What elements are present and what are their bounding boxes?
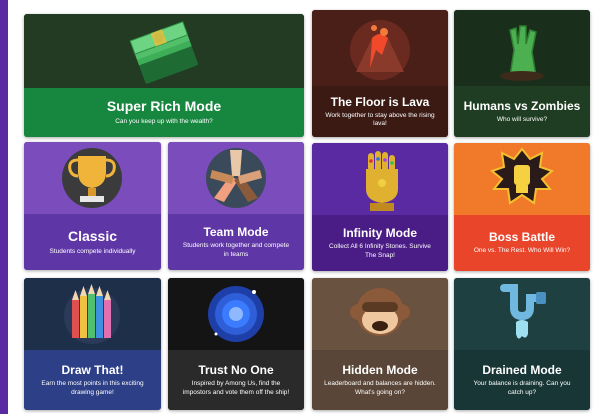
card-title: Draw That! (61, 363, 124, 377)
card-title: Classic (67, 227, 118, 244)
card-art (24, 14, 304, 88)
card-art (454, 278, 590, 350)
card-label: Trust No One Inspired by Among Us, find … (168, 350, 304, 410)
card-label: Super Rich Mode Can you keep up with the… (24, 88, 304, 137)
card-description: Work together to stay above the rising l… (325, 111, 435, 128)
card-title: Infinity Mode (343, 226, 417, 240)
card-humans-vs-zombies[interactable]: Humans vs Zombies Who will survive? (454, 10, 590, 137)
card-label: Classic Students compete individually (24, 214, 161, 270)
card-title: Super Rich Mode (106, 98, 222, 115)
volcano-icon (350, 20, 410, 80)
card-description: Collect All 6 Infinity Stones. Survive T… (329, 243, 431, 259)
team-hands-icon (206, 148, 266, 208)
card-label: Boss Battle One vs. The Rest. Who Will W… (454, 215, 590, 271)
card-art (312, 10, 448, 86)
trophy-icon (62, 148, 122, 208)
zombie-hand-icon (500, 25, 544, 81)
card-hidden-mode[interactable]: Hidden Mode Leaderboard and balances are… (312, 278, 448, 410)
card-description: Earn the most points in this exciting dr… (41, 380, 144, 396)
gauntlet-icon (366, 151, 398, 211)
card-art (312, 278, 448, 350)
card-trust-no-one[interactable]: Trust No One Inspired by Among Us, find … (168, 278, 304, 410)
card-title: Hidden Mode (342, 363, 418, 377)
card-label: Infinity Mode Collect All 6 Infinity Sto… (312, 215, 448, 271)
card-art (168, 142, 304, 214)
card-art (24, 278, 161, 350)
card-team-mode[interactable]: Team Mode Students work together and com… (168, 142, 304, 270)
game-mode-grid: Super Rich Mode Can you keep up with the… (8, 0, 594, 414)
card-title: Trust No One (198, 363, 274, 377)
card-title: The Floor is Lava (330, 94, 430, 109)
card-description: Leaderboard and balances are hidden. Wha… (324, 380, 436, 396)
fist-icon (489, 147, 555, 205)
card-boss-battle[interactable]: Boss Battle One vs. The Rest. Who Will W… (454, 143, 590, 271)
card-description: Who will survive? (496, 115, 548, 123)
card-title: Team Mode (203, 225, 269, 239)
pipe-icon (500, 284, 546, 339)
card-drained-mode[interactable]: Drained Mode Your balance is draining. C… (454, 278, 590, 410)
card-description: Inspired by Among Us, find the impostors… (182, 380, 290, 396)
portal-icon (208, 286, 264, 342)
monkey-icon (350, 288, 410, 336)
card-description: Your balance is draining. Can you catch … (473, 380, 571, 396)
card-art (168, 278, 304, 350)
card-label: Drained Mode Your balance is draining. C… (454, 350, 590, 410)
card-infinity-mode[interactable]: Infinity Mode Collect All 6 Infinity Sto… (312, 143, 448, 271)
card-description: Students work together and compete in te… (182, 242, 290, 258)
card-title: Drained Mode (482, 363, 562, 377)
card-description: One vs. The Rest. Who Will Win? (473, 247, 571, 255)
card-art (312, 143, 448, 215)
card-label: Humans vs Zombies Who will survive? (454, 86, 590, 137)
card-description: Students compete individually (49, 247, 136, 255)
card-label: Team Mode Students work together and com… (168, 214, 304, 270)
cash-stack-icon (129, 21, 198, 84)
card-label: The Floor is Lava Work together to stay … (312, 86, 448, 137)
pencils-icon (64, 284, 120, 344)
card-super-rich-mode[interactable]: Super Rich Mode Can you keep up with the… (24, 14, 304, 137)
card-the-floor-is-lava[interactable]: The Floor is Lava Work together to stay … (312, 10, 448, 137)
card-title: Boss Battle (488, 230, 556, 245)
card-art (454, 143, 590, 215)
card-label: Hidden Mode Leaderboard and balances are… (312, 350, 448, 410)
card-art (454, 10, 590, 86)
card-classic[interactable]: Classic Students compete individually (24, 142, 161, 270)
card-title: Humans vs Zombies (463, 98, 581, 113)
card-art (24, 142, 161, 214)
card-description: Can you keep up with the wealth? (115, 118, 213, 126)
card-draw-that[interactable]: Draw That! Earn the most points in this … (24, 278, 161, 410)
card-label: Draw That! Earn the most points in this … (24, 350, 161, 410)
